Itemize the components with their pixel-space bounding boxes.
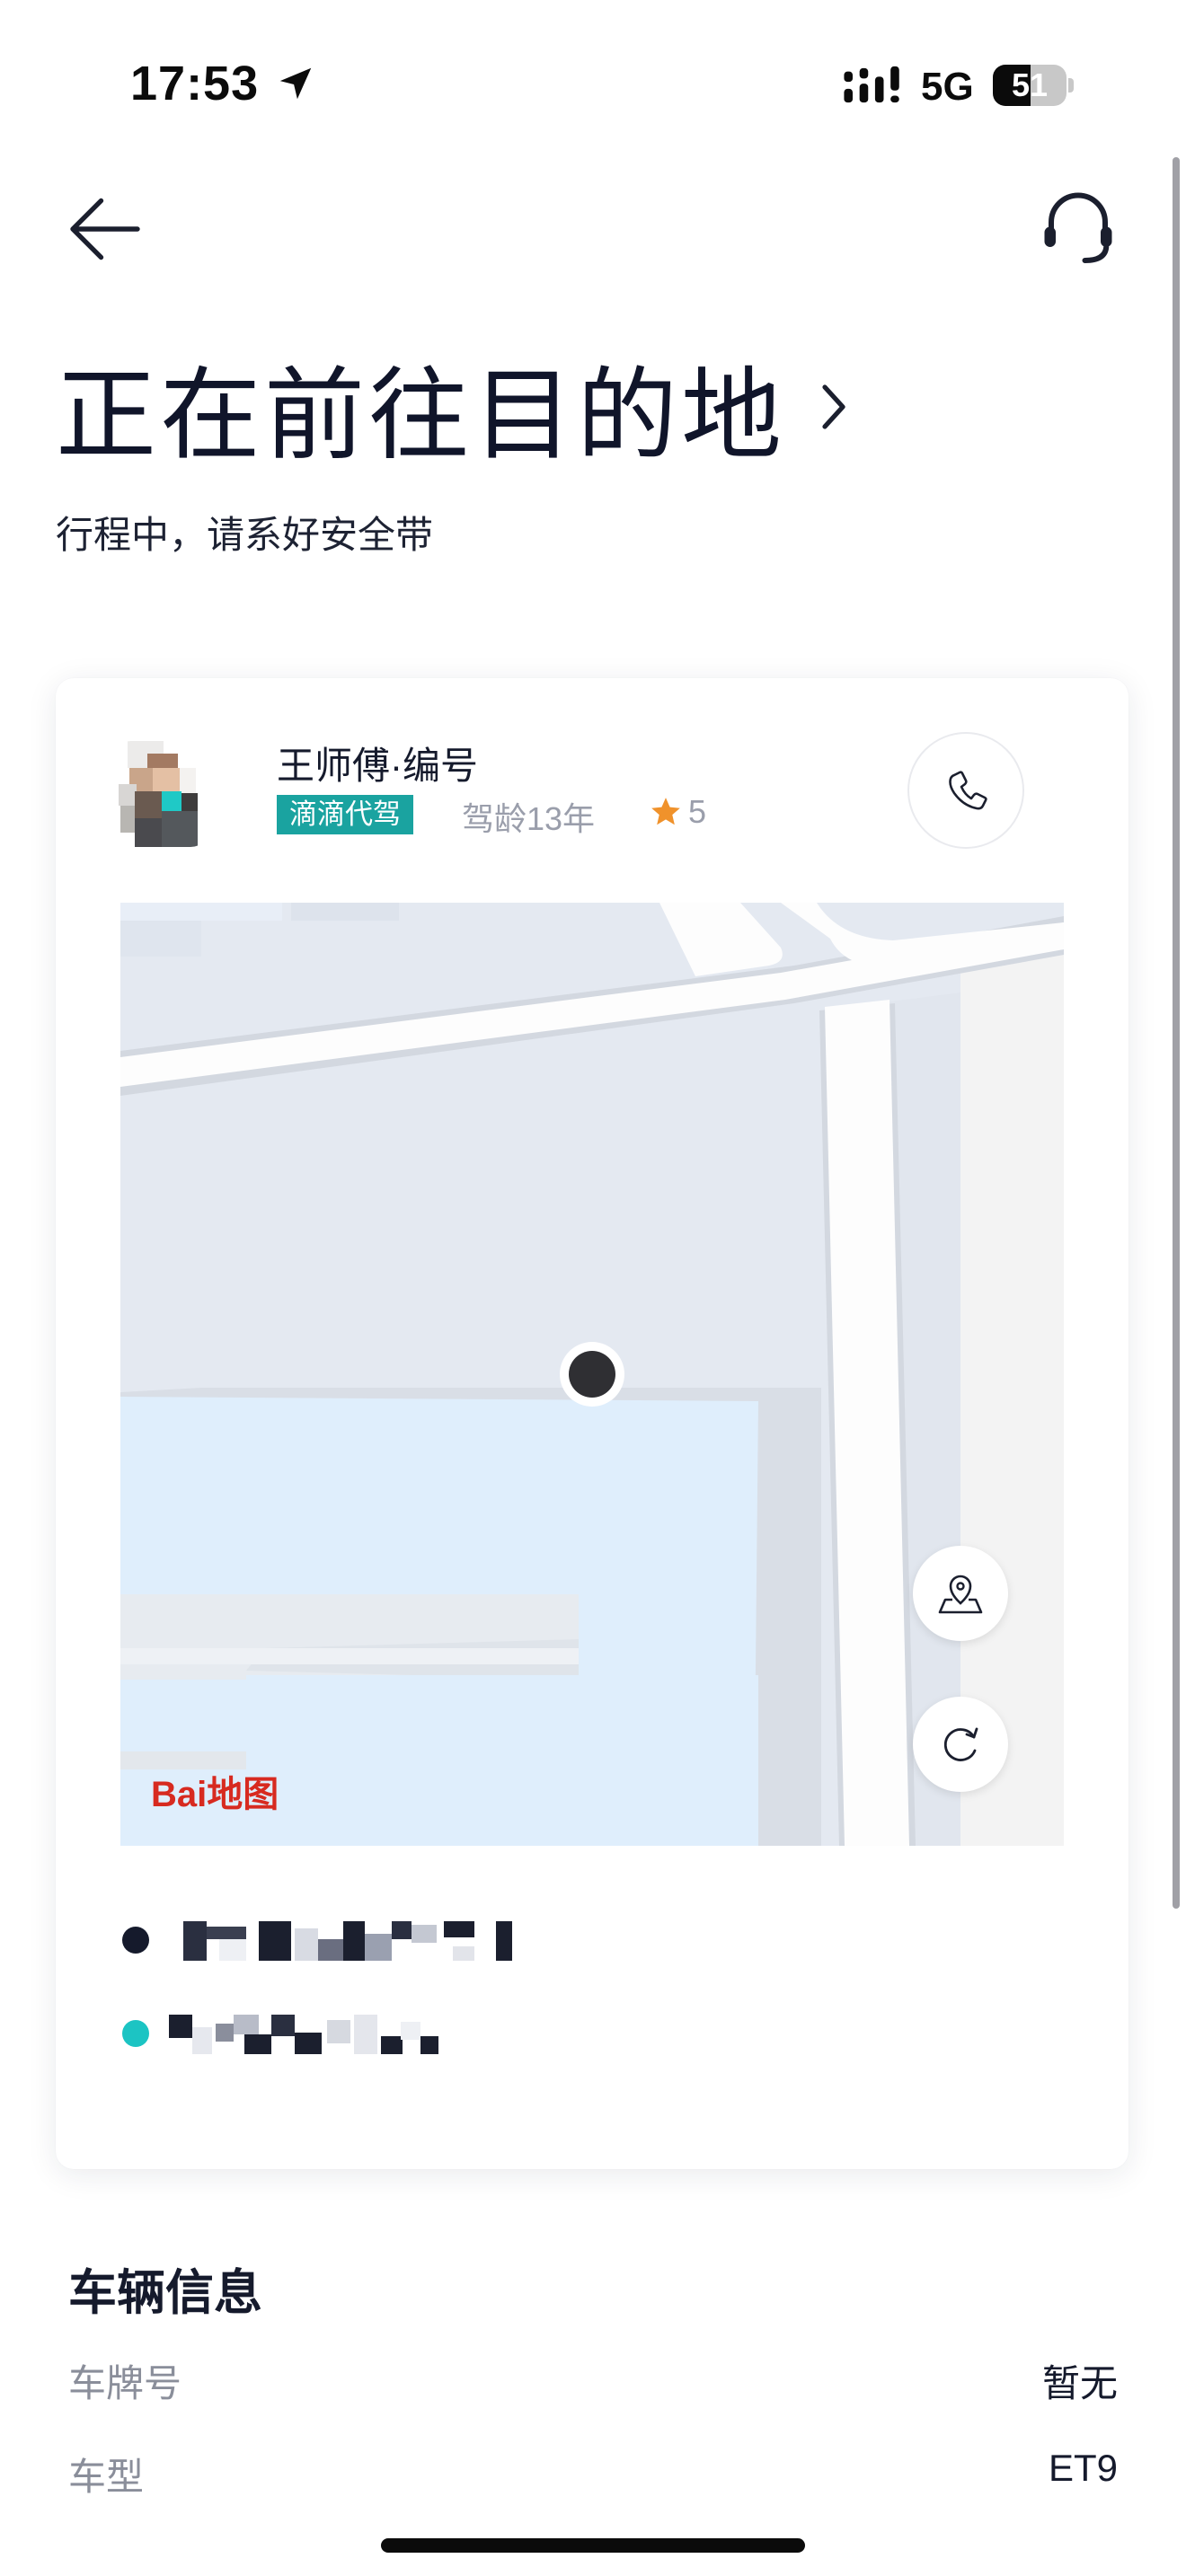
scrollbar[interactable] [1173,157,1180,1909]
plate-value: 暂无 [1041,2362,1118,2404]
origin-address [183,1921,512,1961]
back-arrow-icon[interactable] [65,189,146,269]
driver-name: 王师傅·编号 [277,745,478,787]
service-tag: 滴滴代驾 [277,795,413,834]
rating-value: 5 [688,793,707,830]
map-provider-logo: Bai地图 [151,1775,279,1814]
plate-label: 车牌号 [68,2362,182,2404]
driver-card: 王师傅·编号 滴滴代驾 驾龄13年 5 Bai地图 [56,678,1128,2169]
battery-level: 51 [1011,66,1049,103]
refresh-button[interactable] [913,1697,1008,1792]
call-driver-button[interactable] [907,732,1024,849]
phone-icon [949,771,987,810]
status-time: 17:53 [130,57,260,110]
locate-button[interactable] [913,1546,1008,1641]
model-value: ET9 [1048,2447,1118,2489]
avatar [111,741,210,847]
star-icon [651,798,680,825]
page-title: 正在前往目的地 [56,359,785,472]
driver-rating: 5 [649,793,706,831]
battery-icon: 51 [993,65,1074,106]
destination-address [169,2015,438,2054]
model-label: 车型 [68,2456,145,2498]
refresh-icon [943,1727,978,1761]
map-view[interactable]: Bai地图 [120,903,1064,1846]
map-pin-icon [938,1575,983,1614]
trip-subtitle: 行程中，请系好安全带 [56,514,434,556]
location-arrow-icon [279,67,312,100]
driving-experience: 驾龄13年 [462,800,596,837]
trip-status-title[interactable]: 正在前往目的地 [56,348,852,472]
vehicle-info-title: 车辆信息 [68,2266,262,2320]
chevron-right-icon [822,384,845,429]
signal-icon [844,66,899,103]
network-type: 5G [921,65,974,109]
home-indicator[interactable] [381,2538,805,2553]
origin-dot [122,1927,149,1954]
destination-dot [122,2020,149,2047]
customer-service-icon[interactable] [1033,184,1123,274]
